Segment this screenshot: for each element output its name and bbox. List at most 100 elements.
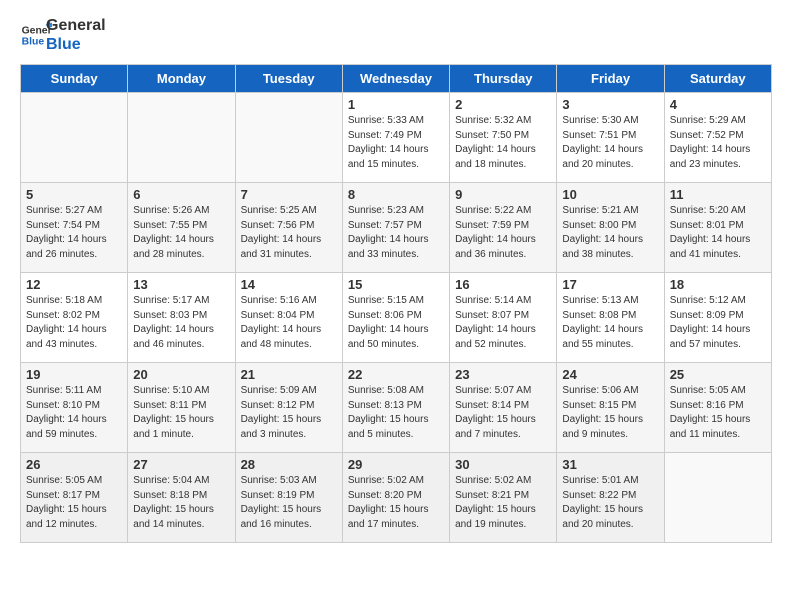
day-info: Sunrise: 5:08 AMSunset: 8:13 PMDaylight:… xyxy=(348,384,444,442)
calendar-day-cell xyxy=(21,93,128,183)
calendar-day-cell: 18 Sunrise: 5:12 AMSunset: 8:09 PMDayligh… xyxy=(664,273,771,363)
day-number: 15 xyxy=(348,277,444,292)
day-number: 1 xyxy=(348,97,444,112)
day-info: Sunrise: 5:26 AMSunset: 7:55 PMDaylight:… xyxy=(133,204,229,262)
calendar-day-cell: 22 Sunrise: 5:08 AMSunset: 8:13 PMDayligh… xyxy=(342,363,449,453)
day-number: 2 xyxy=(455,97,551,112)
day-number: 26 xyxy=(26,457,122,472)
calendar-day-header: Friday xyxy=(557,65,664,93)
day-info: Sunrise: 5:07 AMSunset: 8:14 PMDaylight:… xyxy=(455,384,551,442)
day-number: 20 xyxy=(133,367,229,382)
day-number: 29 xyxy=(348,457,444,472)
calendar-day-cell: 10 Sunrise: 5:21 AMSunset: 8:00 PMDayligh… xyxy=(557,183,664,273)
day-info: Sunrise: 5:01 AMSunset: 8:22 PMDaylight:… xyxy=(562,474,658,532)
calendar-day-header: Tuesday xyxy=(235,65,342,93)
day-info: Sunrise: 5:05 AMSunset: 8:17 PMDaylight:… xyxy=(26,474,122,532)
calendar-week-row: 12 Sunrise: 5:18 AMSunset: 8:02 PMDayligh… xyxy=(21,273,772,363)
calendar-day-cell: 5 Sunrise: 5:27 AMSunset: 7:54 PMDaylight… xyxy=(21,183,128,273)
calendar-week-row: 26 Sunrise: 5:05 AMSunset: 8:17 PMDayligh… xyxy=(21,453,772,543)
day-number: 12 xyxy=(26,277,122,292)
day-info: Sunrise: 5:21 AMSunset: 8:00 PMDaylight:… xyxy=(562,204,658,262)
day-info: Sunrise: 5:11 AMSunset: 8:10 PMDaylight:… xyxy=(26,384,122,442)
calendar-day-cell: 24 Sunrise: 5:06 AMSunset: 8:15 PMDayligh… xyxy=(557,363,664,453)
calendar-day-cell: 29 Sunrise: 5:02 AMSunset: 8:20 PMDayligh… xyxy=(342,453,449,543)
calendar-day-cell: 26 Sunrise: 5:05 AMSunset: 8:17 PMDayligh… xyxy=(21,453,128,543)
day-info: Sunrise: 5:16 AMSunset: 8:04 PMDaylight:… xyxy=(241,294,337,352)
day-number: 9 xyxy=(455,187,551,202)
day-number: 23 xyxy=(455,367,551,382)
calendar-day-cell: 30 Sunrise: 5:02 AMSunset: 8:21 PMDayligh… xyxy=(450,453,557,543)
calendar-day-cell: 16 Sunrise: 5:14 AMSunset: 8:07 PMDayligh… xyxy=(450,273,557,363)
day-info: Sunrise: 5:32 AMSunset: 7:50 PMDaylight:… xyxy=(455,114,551,172)
day-number: 30 xyxy=(455,457,551,472)
calendar-day-cell: 9 Sunrise: 5:22 AMSunset: 7:59 PMDaylight… xyxy=(450,183,557,273)
day-info: Sunrise: 5:22 AMSunset: 7:59 PMDaylight:… xyxy=(455,204,551,262)
day-info: Sunrise: 5:02 AMSunset: 8:21 PMDaylight:… xyxy=(455,474,551,532)
calendar-day-cell: 3 Sunrise: 5:30 AMSunset: 7:51 PMDaylight… xyxy=(557,93,664,183)
calendar-day-header: Wednesday xyxy=(342,65,449,93)
day-number: 10 xyxy=(562,187,658,202)
calendar-day-header: Sunday xyxy=(21,65,128,93)
calendar-day-cell: 11 Sunrise: 5:20 AMSunset: 8:01 PMDayligh… xyxy=(664,183,771,273)
calendar-day-cell: 21Sunrise: 5:09 AMSunset: 8:12 PMDayligh… xyxy=(235,363,342,453)
day-info: Sunrise: 5:17 AMSunset: 8:03 PMDaylight:… xyxy=(133,294,229,352)
day-number: 22 xyxy=(348,367,444,382)
day-info: Sunrise: 5:14 AMSunset: 8:07 PMDaylight:… xyxy=(455,294,551,352)
day-number: 14 xyxy=(241,277,337,292)
calendar-day-cell: 1 Sunrise: 5:33 AMSunset: 7:49 PMDaylight… xyxy=(342,93,449,183)
day-info: Sunrise: 5:33 AMSunset: 7:49 PMDaylight:… xyxy=(348,114,444,172)
day-number: 13 xyxy=(133,277,229,292)
day-number: 17 xyxy=(562,277,658,292)
calendar-day-cell: 6 Sunrise: 5:26 AMSunset: 7:55 PMDaylight… xyxy=(128,183,235,273)
page-container: General Blue General Blue SundayMondayTu… xyxy=(0,0,792,559)
day-number: 5 xyxy=(26,187,122,202)
day-number: 11 xyxy=(670,187,766,202)
calendar-table: SundayMondayTuesdayWednesdayThursdayFrid… xyxy=(20,64,772,543)
day-info: Sunrise: 5:30 AMSunset: 7:51 PMDaylight:… xyxy=(562,114,658,172)
calendar-day-cell: 12 Sunrise: 5:18 AMSunset: 8:02 PMDayligh… xyxy=(21,273,128,363)
day-info: Sunrise: 5:18 AMSunset: 8:02 PMDaylight:… xyxy=(26,294,122,352)
day-info: Sunrise: 5:27 AMSunset: 7:54 PMDaylight:… xyxy=(26,204,122,262)
day-number: 6 xyxy=(133,187,229,202)
calendar-day-header: Monday xyxy=(128,65,235,93)
calendar-day-cell: 19 Sunrise: 5:11 AMSunset: 8:10 PMDayligh… xyxy=(21,363,128,453)
calendar-week-row: 1 Sunrise: 5:33 AMSunset: 7:49 PMDaylight… xyxy=(21,93,772,183)
calendar-day-cell xyxy=(664,453,771,543)
calendar-day-cell: 25 Sunrise: 5:05 AMSunset: 8:16 PMDayligh… xyxy=(664,363,771,453)
day-info: Sunrise: 5:09 AMSunset: 8:12 PMDaylight:… xyxy=(241,384,337,442)
day-number: 3 xyxy=(562,97,658,112)
day-info: Sunrise: 5:20 AMSunset: 8:01 PMDaylight:… xyxy=(670,204,766,262)
calendar-day-cell: 14 Sunrise: 5:16 AMSunset: 8:04 PMDayligh… xyxy=(235,273,342,363)
calendar-day-cell xyxy=(128,93,235,183)
day-info: Sunrise: 5:12 AMSunset: 8:09 PMDaylight:… xyxy=(670,294,766,352)
day-info: Sunrise: 5:05 AMSunset: 8:16 PMDaylight:… xyxy=(670,384,766,442)
day-info: Sunrise: 5:10 AMSunset: 8:11 PMDaylight:… xyxy=(133,384,229,442)
day-number: 25 xyxy=(670,367,766,382)
calendar-week-row: 5 Sunrise: 5:27 AMSunset: 7:54 PMDaylight… xyxy=(21,183,772,273)
day-info: Sunrise: 5:04 AMSunset: 8:18 PMDaylight:… xyxy=(133,474,229,532)
day-number: 7 xyxy=(241,187,337,202)
day-info: Sunrise: 5:29 AMSunset: 7:52 PMDaylight:… xyxy=(670,114,766,172)
logo: General Blue General Blue xyxy=(20,16,106,54)
day-number: 27 xyxy=(133,457,229,472)
day-info: Sunrise: 5:23 AMSunset: 7:57 PMDaylight:… xyxy=(348,204,444,262)
calendar-day-cell: 20 Sunrise: 5:10 AMSunset: 8:11 PMDayligh… xyxy=(128,363,235,453)
day-number: 31 xyxy=(562,457,658,472)
day-number: 19 xyxy=(26,367,122,382)
logo-general-text: General xyxy=(46,16,106,35)
day-info: Sunrise: 5:13 AMSunset: 8:08 PMDaylight:… xyxy=(562,294,658,352)
logo-blue-text: Blue xyxy=(46,35,106,54)
day-number: 24 xyxy=(562,367,658,382)
day-number: 4 xyxy=(670,97,766,112)
calendar-day-cell: 8Sunrise: 5:23 AMSunset: 7:57 PMDaylight… xyxy=(342,183,449,273)
day-info: Sunrise: 5:06 AMSunset: 8:15 PMDaylight:… xyxy=(562,384,658,442)
calendar-day-cell: 2 Sunrise: 5:32 AMSunset: 7:50 PMDaylight… xyxy=(450,93,557,183)
calendar-week-row: 19 Sunrise: 5:11 AMSunset: 8:10 PMDayligh… xyxy=(21,363,772,453)
day-number: 16 xyxy=(455,277,551,292)
day-number: 28 xyxy=(241,457,337,472)
day-info: Sunrise: 5:02 AMSunset: 8:20 PMDaylight:… xyxy=(348,474,444,532)
day-number: 18 xyxy=(670,277,766,292)
calendar-day-cell: 31 Sunrise: 5:01 AMSunset: 8:22 PMDayligh… xyxy=(557,453,664,543)
calendar-day-cell: 23 Sunrise: 5:07 AMSunset: 8:14 PMDayligh… xyxy=(450,363,557,453)
calendar-day-cell: 4 Sunrise: 5:29 AMSunset: 7:52 PMDaylight… xyxy=(664,93,771,183)
